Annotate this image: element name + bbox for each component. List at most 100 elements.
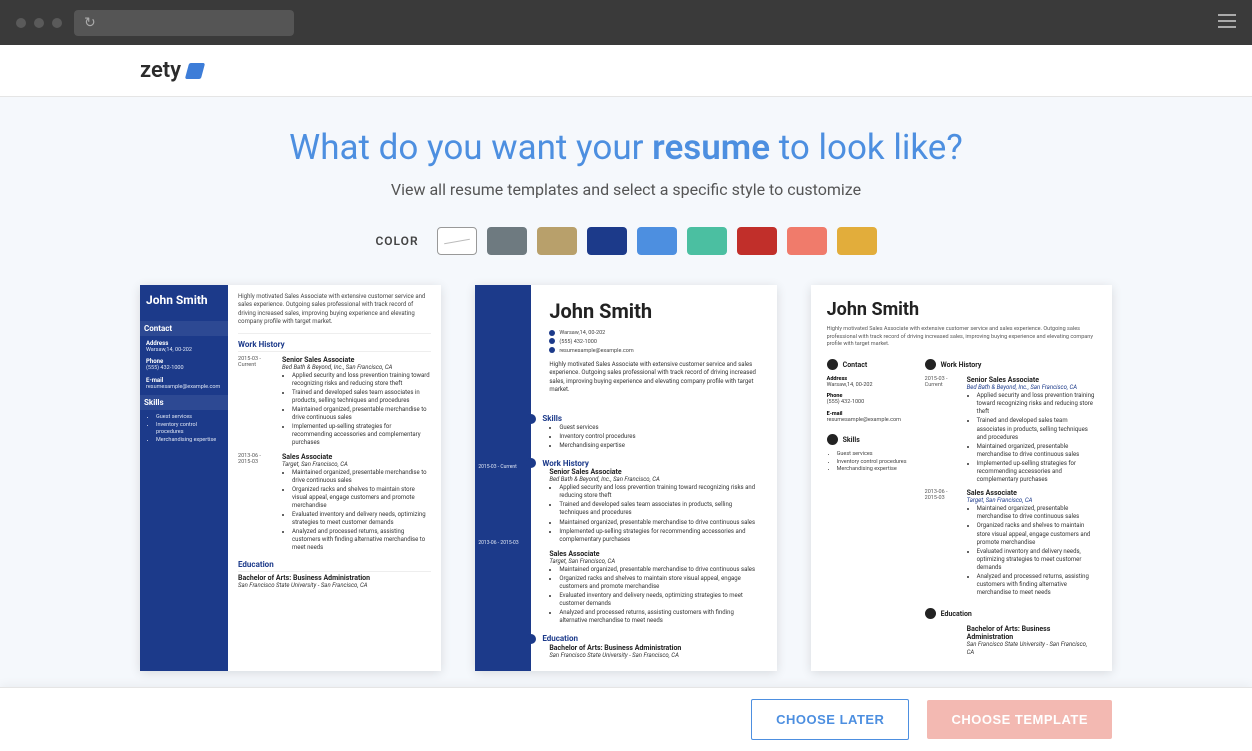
list-item: Analyzed and processed returns, assistin… [977,573,1096,597]
t2-email: resumesample@example.com [559,348,633,354]
resume-name: John Smith [827,299,1096,320]
job-bullets: Applied security and loss prevention tra… [967,392,1096,484]
resume-name: John Smith [549,299,758,323]
minimize-window-icon[interactable] [34,18,44,28]
brand-name: zety [140,58,181,83]
phone-icon [549,338,555,344]
window-controls [16,18,62,28]
job-title: Sales Associate [549,550,758,558]
t3-contact-header: Contact [843,361,868,369]
edu-degree: Bachelor of Arts: Business Administratio… [238,574,431,582]
section-bullet-icon [526,634,536,644]
color-swatch-4[interactable] [637,227,677,255]
list-item: Merchandising expertise [559,442,758,450]
t3-right-col: Work History 2015-03 - Current Senior Sa… [925,359,1096,657]
template-card-2[interactable]: John Smith Warsaw,14, 00-202 (555) 432-1… [475,285,776,671]
job-bullets: Applied security and loss prevention tra… [282,372,431,448]
color-label: COLOR [375,234,418,248]
edu-school: San Francisco State University - San Fra… [238,582,431,590]
color-swatch-2[interactable] [537,227,577,255]
job-company: Target, San Francisco, CA [282,461,431,469]
list-item: Evaluated inventory and delivery needs, … [977,548,1096,572]
section-bullet-icon [526,414,536,424]
color-swatch-1[interactable] [487,227,527,255]
edu-school: San Francisco State University - San Fra… [549,652,758,660]
job-bullets: Maintained organized, presentable mercha… [967,505,1096,597]
job-company: Target, San Francisco, CA [967,497,1096,505]
list-item: Implemented up-selling strategies for re… [292,423,431,447]
t3-edu-header: Education [941,610,972,618]
footer-bar: CHOOSE LATER CHOOSE TEMPLATE [0,687,1252,751]
t3-phone: (555) 432-1000 [827,399,911,406]
url-bar[interactable]: ↻ [74,10,294,36]
t2-main: Skills Guest services Inventory control … [531,402,776,671]
job-title: Sales Associate [282,453,431,461]
job-dates: 2015-03 - Current [478,464,528,470]
t2-skills-header: Skills [542,414,562,423]
color-swatch-5[interactable] [687,227,727,255]
job-company: Target, San Francisco, CA [549,558,758,566]
choose-later-button[interactable]: CHOOSE LATER [751,699,909,740]
location-icon [549,330,555,336]
list-item: Organized racks and shelves to maintain … [977,522,1096,546]
t2-contact: Warsaw,14, 00-202 (555) 432-1000 resumes… [549,329,758,355]
job-company: Bed Bath & Beyond, Inc., San Francisco, … [549,476,758,484]
list-item: Implemented up-selling strategies for re… [977,460,1096,484]
job-dates: 2013-06 - 2015-03 [925,489,959,598]
list-item: Maintained organized, presentable mercha… [559,519,758,527]
template-card-1[interactable]: John Smith Contact Address Warsaw,14, 00… [140,285,441,671]
headline-emphasis: resume [652,127,770,168]
t1-summary: Highly motivated Sales Associate with ex… [238,293,431,334]
t1-skills-list: Guest services Inventory control procedu… [146,414,222,444]
list-item: Organized racks and shelves to maintain … [559,575,758,591]
job-dates: 2013-06 - 2015-03 [238,453,274,554]
list-item: Merchandising expertise [837,466,911,473]
t3-summary: Highly motivated Sales Associate with ex… [827,326,1096,349]
color-swatch-6[interactable] [737,227,777,255]
job-dates: 2015-03 - Current [238,356,274,449]
reload-icon[interactable]: ↻ [84,15,96,31]
t3-skills-list: Guest services Inventory control procedu… [827,451,911,473]
list-item: Guest services [837,451,911,458]
close-window-icon[interactable] [16,18,26,28]
section-bullet-icon [526,458,536,468]
brand-logo[interactable]: zety [140,58,203,83]
browser-menu-icon[interactable] [1218,13,1236,32]
brand-logo-mark [185,63,205,79]
color-swatch-0[interactable] [437,227,477,255]
t1-contact-header: Contact [140,321,228,336]
t2-skills-list: Guest services Inventory control procedu… [549,424,758,450]
list-item: Applied security and loss prevention tra… [559,484,758,500]
t3-work-header: Work History [941,361,982,369]
t3-address: Warsaw,14, 00-202 [827,382,911,389]
template-card-3[interactable]: John Smith Highly motivated Sales Associ… [811,285,1112,671]
job-title: Senior Sales Associate [282,356,431,364]
t2-rail: 2015-03 - Current 2013-06 - 2015-03 [475,402,531,671]
t3-email: resumesample@example.com [827,417,911,424]
list-item: Trained and developed sales team associa… [559,501,758,517]
job-dates: 2013-06 - 2015-03 [478,540,528,546]
choose-template-button[interactable]: CHOOSE TEMPLATE [927,700,1112,739]
t3-left-col: Contact Address Warsaw,14, 00-202 Phone … [827,359,911,657]
browser-chrome: ↻ [0,0,1252,45]
t1-main: Highly motivated Sales Associate with ex… [228,285,441,671]
t2-header: John Smith Warsaw,14, 00-202 (555) 432-1… [475,285,776,402]
t1-edu-header: Education [238,560,431,572]
color-swatch-7[interactable] [787,227,827,255]
list-item: Maintained organized, presentable mercha… [559,566,758,574]
job-title: Sales Associate [967,489,1096,497]
job-company: Bed Bath & Beyond, Inc., San Francisco, … [967,384,1096,392]
color-swatch-8[interactable] [837,227,877,255]
job-title: Senior Sales Associate [549,468,758,476]
t2-summary: Highly motivated Sales Associate with ex… [549,361,758,393]
list-item: Evaluated inventory and delivery needs, … [292,511,431,527]
t2-phone: (555) 432-1000 [559,339,597,345]
job-bullets: Applied security and loss prevention tra… [549,484,758,544]
list-item: Applied security and loss prevention tra… [977,392,1096,416]
list-item: Evaluated inventory and delivery needs, … [559,592,758,608]
list-item: Trained and developed sales team associa… [292,389,431,405]
job-company: Bed Bath & Beyond, Inc., San Francisco, … [282,364,431,372]
color-swatch-3[interactable] [587,227,627,255]
maximize-window-icon[interactable] [52,18,62,28]
t1-address: Warsaw,14, 00-202 [146,347,222,354]
